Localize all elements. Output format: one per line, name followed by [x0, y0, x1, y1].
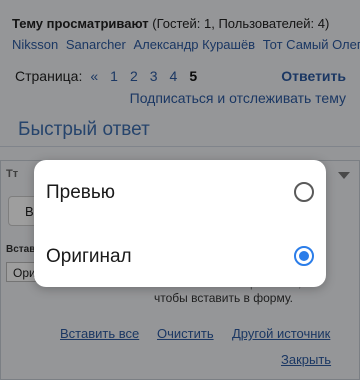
radio-unchecked-icon[interactable]: [294, 182, 314, 202]
option-label: Оригинал: [46, 246, 132, 267]
option-preview[interactable]: Превью: [34, 162, 326, 222]
page: Тему просматривают (Гостей: 1, Пользоват…: [0, 0, 360, 380]
image-mode-dialog: Превью Оригинал: [34, 160, 326, 287]
radio-checked-icon[interactable]: [294, 246, 314, 266]
option-label: Превью: [46, 182, 116, 203]
option-original[interactable]: Оригинал: [34, 226, 326, 286]
